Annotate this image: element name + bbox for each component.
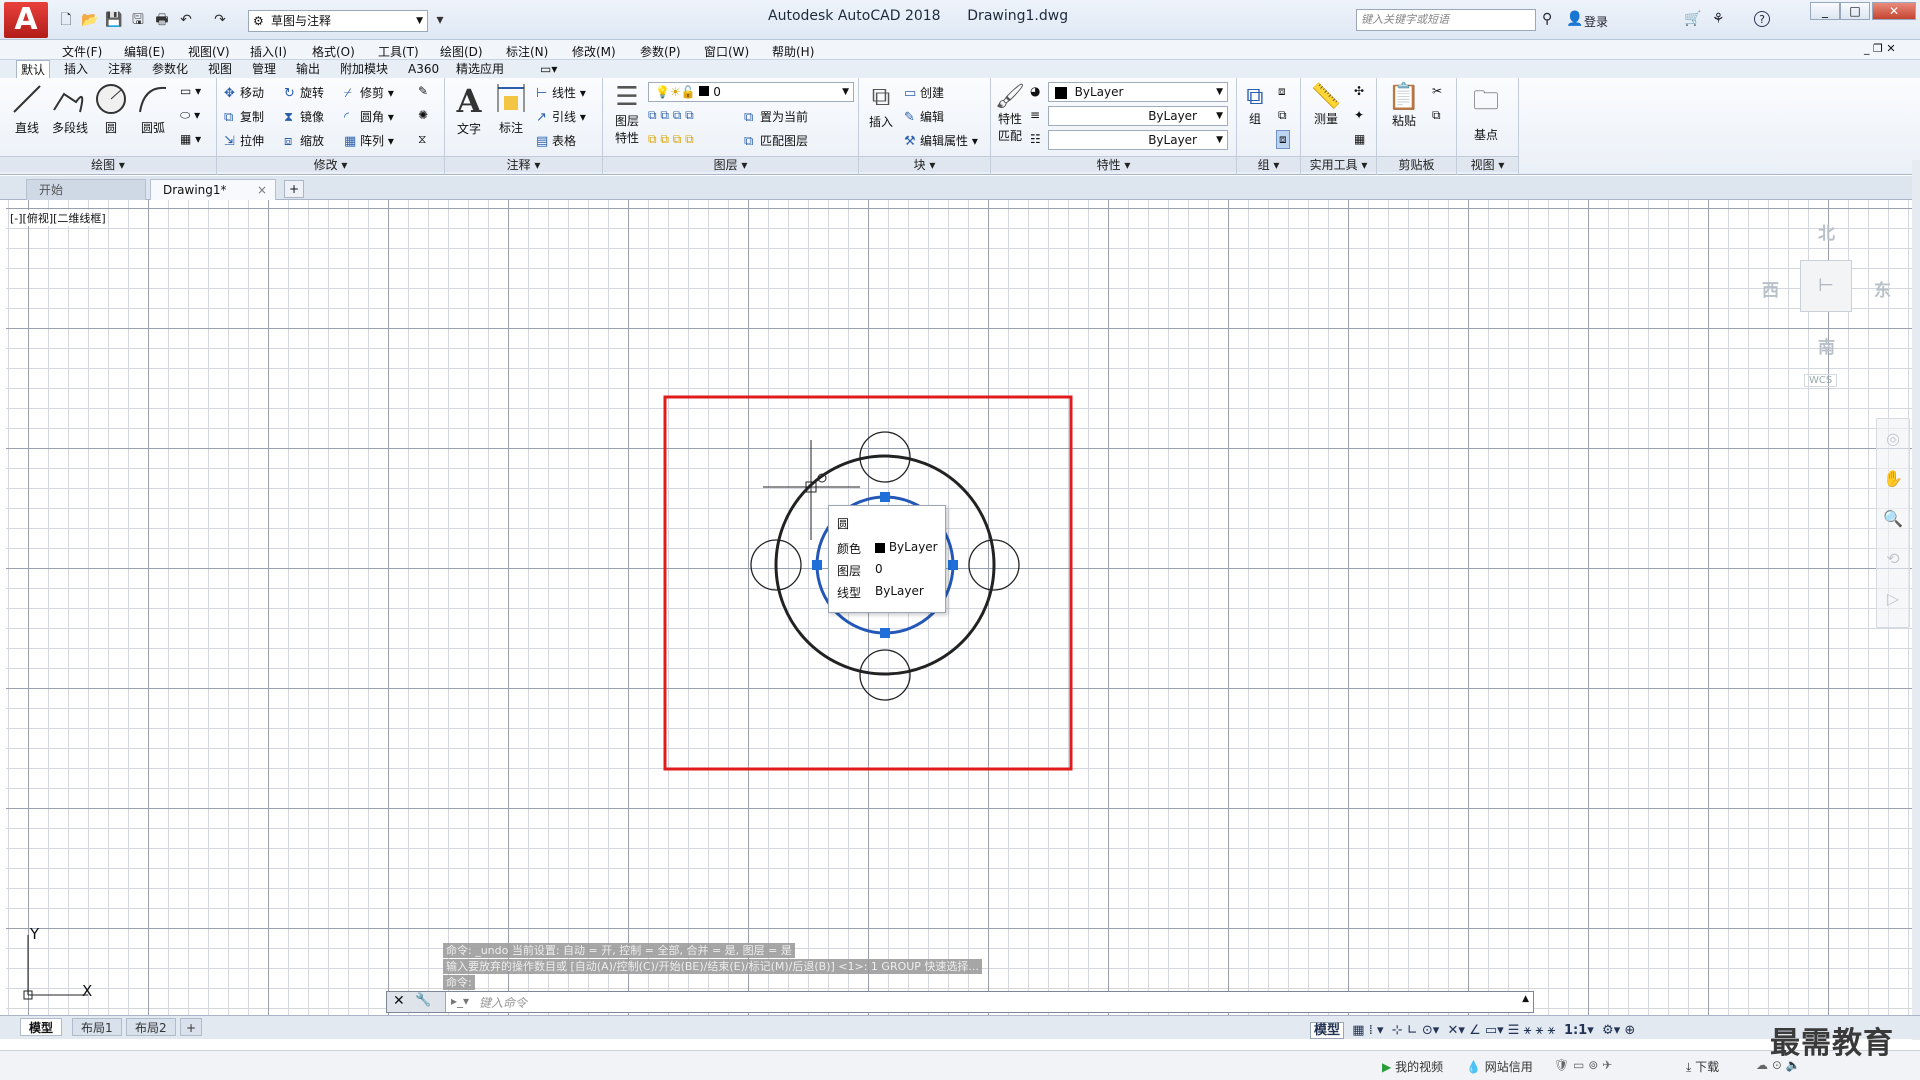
tooltip-key: 颜色 <box>837 542 862 556</box>
tab-layout2[interactable]: 布局2 <box>126 1018 176 1036</box>
wcs-dropdown[interactable]: WCS <box>1804 374 1838 387</box>
my-video-link[interactable]: ▶ 我的视频 <box>1382 1058 1443 1075</box>
snap-icon[interactable]: ⊹ ∟ ⊙▾ <box>1388 1023 1439 1038</box>
taskbar <box>0 1050 1920 1080</box>
tab-layout1[interactable]: 布局1 <box>72 1018 122 1036</box>
drop-icon: 💧 <box>1466 1060 1481 1074</box>
tooltip-value: ByLayer <box>875 540 938 554</box>
color-swatch <box>875 542 885 553</box>
download-link[interactable]: ⤓ 下载 <box>1686 1058 1719 1075</box>
tooltip-value: 0 <box>875 562 883 576</box>
command-placeholder: 键入命令 <box>479 996 528 1010</box>
chevron-up-icon: ▲ <box>1522 994 1529 1004</box>
navigation-bar[interactable]: ◎ ✋ 🔍 ⟲ ▷ <box>1876 418 1910 628</box>
grip-left <box>812 560 822 570</box>
command-history-line: 命令: <box>443 975 475 990</box>
grip-right <box>948 560 958 570</box>
grip-top <box>880 492 890 502</box>
drawing-overlay <box>23 395 1073 1000</box>
ucs-x-label: X <box>82 982 93 1000</box>
tray-icons[interactable]: 🛡 ▭ ⊚ ✈ <box>1554 1058 1612 1072</box>
quick-properties-tooltip: 圆 颜色 ByLayer 图层 0 线型 ByLayer <box>828 505 946 613</box>
ucs-y-label: Y <box>30 925 40 943</box>
command-line-input[interactable]: ✕ 🔧 ▸_▾ 键入命令 ▲ <box>386 991 1534 1013</box>
command-line-controls[interactable]: ✕ 🔧 <box>387 992 446 1012</box>
viewcube-north[interactable]: 北 <box>1818 219 1835 244</box>
tooltip-key: 线型 <box>837 586 862 600</box>
grip-bottom <box>880 628 890 638</box>
tooltip-key: 图层 <box>837 564 862 578</box>
close-icon: ✕ <box>393 993 405 1009</box>
viewcube-south[interactable]: 南 <box>1818 333 1835 358</box>
prompt-icon: ▸_▾ <box>451 994 470 1008</box>
viewcube-top-face[interactable]: ⊢ <box>1800 260 1852 312</box>
annotation-scale[interactable]: 1:1▾ <box>1559 1023 1594 1038</box>
command-history-line: 命令: _undo 当前设置: 自动 = 开, 控制 = 全部, 合并 = 是,… <box>443 943 795 958</box>
polar-icon[interactable]: ✕▾ ∠ ▭▾ ☰ ⚹ ⚹ ⚹ <box>1443 1023 1556 1038</box>
tab-model[interactable]: 模型 <box>20 1018 63 1036</box>
watermark-logo: 最需教育 <box>1770 1026 1894 1061</box>
model-space-button[interactable]: 模型 <box>1310 1022 1345 1039</box>
status-bar: 模型 ▦ ⁞ ▾ ⊹ ∟ ⊙▾ ✕▾ ∠ ▭▾ ☰ ⚹ ⚹ ⚹ 1:1▾ ⚙▾ … <box>1310 1019 1635 1039</box>
tooltip-title: 圆 <box>837 517 850 531</box>
grid-icon[interactable]: ▦ ⁞ ▾ <box>1348 1023 1383 1038</box>
settings-icon[interactable]: ⚙▾ ⊕ <box>1598 1023 1635 1038</box>
wrench-icon: 🔧 <box>415 993 432 1008</box>
viewcube-west[interactable]: 西 <box>1762 276 1779 301</box>
site-credit-link[interactable]: 💧 网站信用 <box>1466 1058 1533 1075</box>
tooltip-value: ByLayer <box>875 584 924 598</box>
command-history-line: 输入要放弃的操作数目或 [自动(A)/控制(C)/开始(BE)/结束(E)/标记… <box>443 959 982 974</box>
video-icon: ▶ <box>1382 1060 1392 1074</box>
viewcube-east[interactable]: 东 <box>1874 276 1891 301</box>
add-layout-button[interactable]: + <box>180 1018 203 1036</box>
